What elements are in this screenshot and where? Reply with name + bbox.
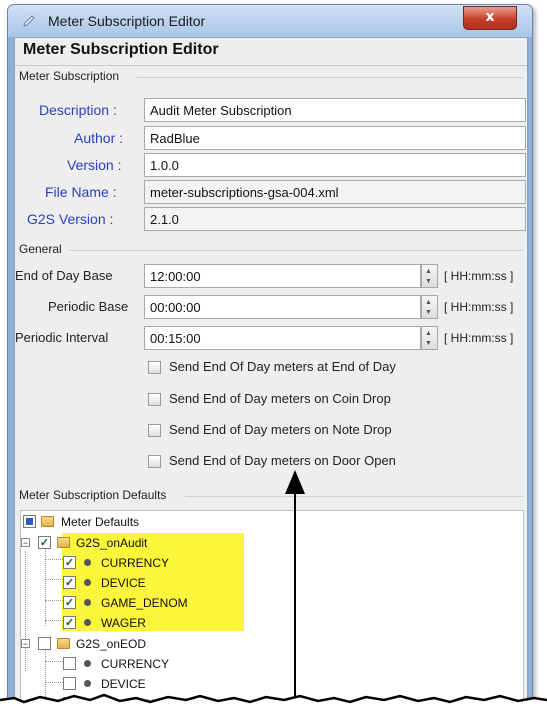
end-of-day-base-spinner[interactable]: ▲ ▼ (421, 264, 438, 288)
group-divider (69, 250, 523, 251)
folder-icon (57, 537, 70, 548)
group-label-general: General (19, 242, 62, 256)
folder-icon (41, 516, 54, 527)
tree-root-label: Meter Defaults (61, 515, 140, 529)
group-divider (137, 77, 523, 78)
tree-line (45, 600, 63, 601)
time-unit-label: [ HH:mm:ss ] (444, 331, 514, 345)
checkbox[interactable]: ✓ (63, 576, 76, 589)
author-label: Author : (74, 130, 124, 146)
tree-line (25, 551, 26, 671)
tree-leaf-label: CURRENCY (101, 556, 170, 570)
spin-up-icon[interactable]: ▲ (425, 268, 432, 276)
author-field[interactable]: RadBlue (144, 126, 526, 150)
checkbox-label: Send End of Day meters on Note Drop (169, 422, 392, 437)
torn-edge (0, 693, 547, 715)
file-name-label: File Name : (45, 184, 117, 200)
checkbox[interactable] (148, 455, 161, 468)
meter-dot-icon (84, 660, 91, 667)
spin-down-icon[interactable]: ▼ (425, 340, 432, 348)
meter-dot-icon (84, 599, 91, 606)
version-label: Version : (67, 157, 122, 173)
checkbox[interactable] (38, 637, 51, 650)
end-of-day-base-field[interactable]: 12:00:00 (144, 264, 421, 288)
checkbox[interactable] (148, 424, 161, 437)
checkbox[interactable]: ✓ (63, 556, 76, 569)
spin-up-icon[interactable]: ▲ (425, 330, 432, 338)
checkbox[interactable] (148, 393, 161, 406)
version-field[interactable]: 1.0.0 (144, 153, 526, 177)
time-unit-label: [ HH:mm:ss ] (444, 269, 514, 283)
spin-up-icon[interactable]: ▲ (425, 299, 432, 307)
folder-icon (57, 638, 70, 649)
meter-defaults-tree[interactable]: Meter Defaults − ✓ G2S_onAudit ✓ CURRENC… (20, 510, 524, 705)
tree-leaf-label: CURRENCY (101, 657, 170, 671)
header-divider (15, 65, 527, 66)
periodic-base-field[interactable]: 00:00:00 (144, 295, 421, 319)
title-bar[interactable]: Meter Subscription Editor x (8, 5, 532, 37)
checkbox[interactable]: ✓ (63, 616, 76, 629)
tree-line (45, 620, 63, 621)
tree-line (45, 579, 63, 580)
group-divider (185, 496, 523, 497)
window-title: Meter Subscription Editor (48, 13, 206, 29)
group-label-meter-subscription: Meter Subscription (19, 69, 120, 83)
spin-down-icon[interactable]: ▼ (425, 278, 432, 286)
checkbox[interactable] (148, 361, 161, 374)
meter-dot-icon (84, 680, 91, 687)
g2s-version-label: G2S Version : (27, 211, 114, 227)
g2s-version-field: 2.1.0 (144, 207, 526, 231)
description-label: Description : (39, 102, 117, 118)
tree-leaf-label: DEVICE (101, 576, 146, 590)
periodic-base-spinner[interactable]: ▲ ▼ (421, 295, 438, 319)
periodic-base-label: Periodic Base (48, 299, 129, 314)
collapse-icon[interactable]: − (21, 538, 30, 548)
close-button[interactable]: x (463, 6, 517, 30)
partial-checkbox[interactable] (23, 515, 36, 528)
meter-dot-icon (84, 559, 91, 566)
checkbox-label: Send End of Day meters on Door Open (169, 453, 396, 468)
group-label-meter-subscription-defaults: Meter Subscription Defaults (19, 488, 167, 502)
editor-content: Meter Subscription Editor Meter Subscrip… (14, 37, 528, 705)
tree-line (45, 661, 63, 662)
tree-node-label: G2S_onEOD (76, 637, 147, 651)
tree-node-label: G2S_onAudit (76, 536, 148, 550)
checkbox[interactable] (63, 657, 76, 670)
time-unit-label: [ HH:mm:ss ] (444, 300, 514, 314)
checkbox-label: Send End of Day meters on Coin Drop (169, 391, 391, 406)
meter-dot-icon (84, 619, 91, 626)
tree-line (45, 682, 63, 683)
checkbox[interactable]: ✓ (63, 596, 76, 609)
periodic-interval-label: Periodic Interval (15, 330, 109, 345)
tree-leaf-label: WAGER (101, 616, 146, 630)
collapse-icon[interactable]: − (21, 639, 30, 649)
end-of-day-base-label: End of Day Base (15, 268, 113, 283)
checkbox[interactable]: ✓ (38, 536, 51, 549)
file-name-field: meter-subscriptions-gsa-004.xml (144, 180, 526, 204)
periodic-interval-spinner[interactable]: ▲ ▼ (421, 326, 438, 350)
checkbox-label: Send End Of Day meters at End of Day (169, 359, 396, 374)
page-title: Meter Subscription Editor (23, 41, 219, 58)
periodic-interval-field[interactable]: 00:15:00 (144, 326, 421, 350)
editor-window: Meter Subscription Editor x Meter Subscr… (7, 4, 533, 706)
meter-dot-icon (84, 579, 91, 586)
annotation-arrow (285, 470, 305, 705)
tree-leaf-label: GAME_DENOM (101, 596, 188, 610)
spin-down-icon[interactable]: ▼ (425, 309, 432, 317)
pencil-icon (23, 15, 35, 27)
tree-line (45, 559, 63, 560)
description-field[interactable]: Audit Meter Subscription (144, 98, 526, 122)
